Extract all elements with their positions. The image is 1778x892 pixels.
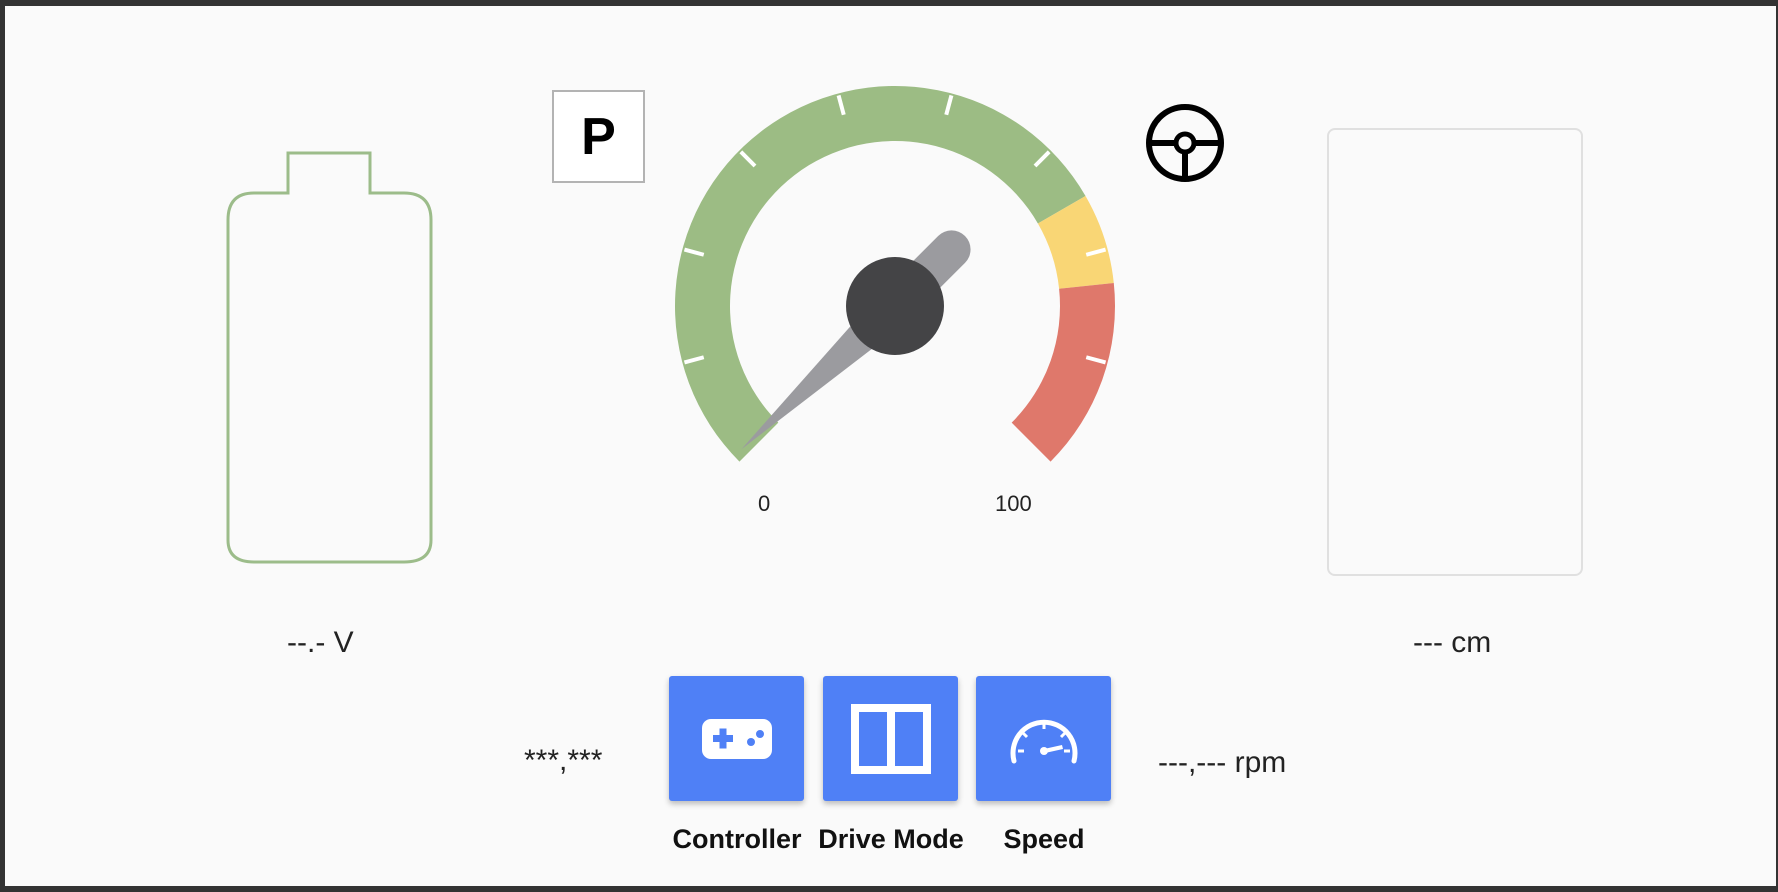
speed-button-label: Speed: [1003, 824, 1085, 854]
voltage-readout: --.- V: [287, 626, 354, 659]
gauge-zone-danger: [1011, 283, 1115, 462]
distance-sensor-panel: [1327, 128, 1583, 576]
joystick-coordinates: ***,***: [524, 744, 603, 777]
gauge-max-label: 100: [995, 491, 1032, 516]
gear-indicator: P: [552, 90, 645, 183]
speed-button[interactable]: [976, 676, 1111, 801]
controller-button-label: Controller: [672, 824, 802, 854]
drive-mode-icon: [850, 703, 931, 774]
rpm-readout: ---,--- rpm: [1158, 746, 1287, 779]
steering-wheel-icon: [1146, 104, 1224, 182]
drive-mode-button-label: Drive Mode: [818, 824, 964, 854]
gamepad-icon: [701, 718, 772, 759]
dashboard-screen: --.- V P 0 100 --- cm ***,*** Controller…: [5, 6, 1776, 886]
drive-mode-button[interactable]: [823, 676, 958, 801]
gauge-min-label: 0: [758, 491, 770, 516]
window-bottom-edge: [0, 886, 1778, 892]
speedometer-icon: [1010, 719, 1077, 763]
battery-icon: [226, 151, 433, 564]
distance-readout: --- cm: [1413, 626, 1492, 659]
gauge-hub: [846, 257, 944, 355]
speedometer-gauge: 0 100: [675, 86, 1115, 516]
controller-button[interactable]: [669, 676, 804, 801]
